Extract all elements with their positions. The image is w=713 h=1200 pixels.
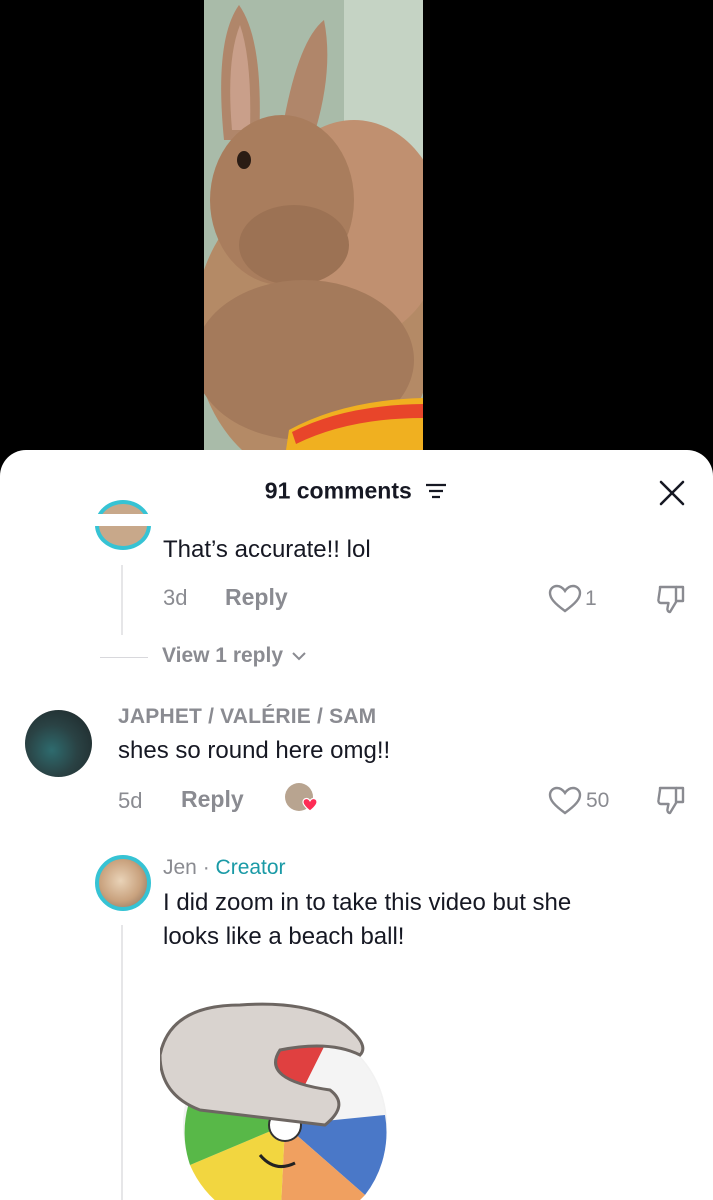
reply-button[interactable]: Reply xyxy=(225,584,288,611)
comment-text-line: looks like a beach ball! xyxy=(163,923,405,950)
reply-button[interactable]: Reply xyxy=(181,786,244,813)
view-replies-button[interactable]: View 1 reply xyxy=(162,644,307,668)
beach-ball-sticker[interactable] xyxy=(160,995,400,1200)
divider xyxy=(100,657,148,658)
creator-reply-comment: Jen · Creator I did zoom in to take this… xyxy=(0,850,713,1200)
comments-count-label: 91 comments xyxy=(264,477,412,504)
separator: · xyxy=(196,856,216,879)
view-replies-label: View 1 reply xyxy=(162,644,284,667)
avatar[interactable] xyxy=(25,710,92,777)
comment-text: I did zoom in to take this video but she… xyxy=(163,886,571,954)
creator-liked-badge xyxy=(285,783,319,815)
comment-time: 5d xyxy=(118,788,143,813)
comment-text: shes so round here omg!! xyxy=(118,737,391,764)
rabbit-illustration xyxy=(204,0,423,450)
comments-sheet: 91 comments That’s accurate!! lol 3d Rep… xyxy=(0,450,713,1200)
comment: JAPHET / VALÉRIE / SAM shes so round her… xyxy=(0,700,713,830)
chevron-down-icon xyxy=(292,652,306,661)
heart-icon[interactable] xyxy=(548,584,582,614)
dislike-icon[interactable] xyxy=(655,583,687,615)
creator-badge: Creator xyxy=(215,856,286,879)
comment-text: That’s accurate!! lol xyxy=(163,536,371,563)
like-count: 50 xyxy=(586,789,610,812)
filter-lines-icon[interactable] xyxy=(424,480,448,502)
thread-line xyxy=(121,925,123,1200)
comment-time: 3d xyxy=(163,585,188,610)
comment-username[interactable]: JAPHET / VALÉRIE / SAM xyxy=(118,705,376,729)
video-player[interactable] xyxy=(0,0,713,470)
rabbit-video-frame xyxy=(204,0,423,450)
reply-comment: That’s accurate!! lol 3d Reply 1 View 1 … xyxy=(0,500,713,670)
comment-text-line: I did zoom in to take this video but she xyxy=(163,889,572,916)
comments-count[interactable]: 91 comments xyxy=(0,476,713,504)
comment-username[interactable]: Jen xyxy=(163,856,197,879)
close-icon[interactable] xyxy=(657,478,687,508)
comment-author-line: Jen · Creator xyxy=(163,856,286,880)
dislike-icon[interactable] xyxy=(655,784,687,816)
thread-line xyxy=(121,565,123,635)
avatar[interactable] xyxy=(95,855,151,911)
heart-icon xyxy=(302,797,318,812)
like-count: 1 xyxy=(585,587,597,610)
heart-icon[interactable] xyxy=(548,786,582,816)
